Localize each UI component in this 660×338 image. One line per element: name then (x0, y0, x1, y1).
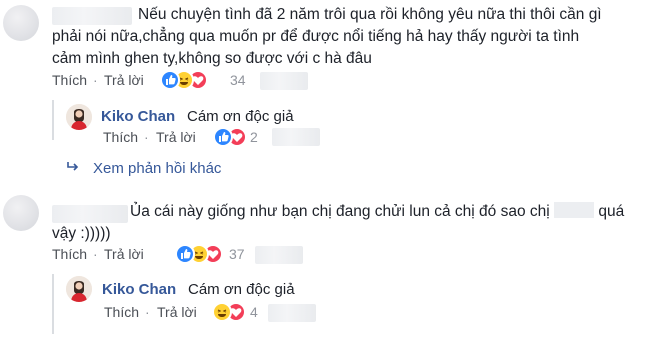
reply-author-name[interactable]: Kiko Chan (101, 108, 175, 125)
redacted-region (268, 304, 316, 322)
comment-text: Ủa cái này giống như bạn chị đang chửi l… (130, 202, 625, 220)
thread-line (52, 100, 54, 140)
like-reaction-icon (213, 127, 233, 147)
separator-dot: · (93, 246, 98, 262)
haha-reaction-icon (212, 302, 232, 322)
reply-button[interactable]: Trả lời (104, 246, 144, 262)
reply-button[interactable]: Trả lời (156, 129, 196, 145)
like-button[interactable]: Thích (103, 129, 138, 145)
reaction-summary[interactable] (213, 127, 253, 147)
commenter-avatar[interactable] (3, 195, 39, 231)
reply-button[interactable]: Trả lời (157, 304, 197, 320)
like-reaction-icon (160, 70, 180, 90)
commenter-avatar[interactable] (3, 5, 39, 41)
kiko-chan-avatar[interactable] (66, 104, 92, 130)
reply-text: Cám ơn độc giả (187, 108, 294, 125)
separator-dot: · (93, 72, 98, 88)
reply-arrow-icon (66, 160, 80, 174)
reply-button[interactable]: Trả lời (104, 72, 144, 88)
thread-line (52, 274, 54, 334)
comment-text-line2: vậy :))))) (52, 225, 111, 242)
reaction-count[interactable]: 2 (250, 129, 258, 145)
reaction-count[interactable]: 4 (250, 304, 258, 320)
reply-text: Cám ơn độc giả (188, 281, 295, 298)
redacted-region (272, 128, 320, 146)
reaction-summary[interactable] (212, 302, 252, 322)
like-button[interactable]: Thích (52, 246, 87, 262)
reaction-count[interactable]: 34 (230, 72, 246, 88)
comment-text: Nếu chuyện tình đã 2 năm trôi qua rồi kh… (52, 6, 602, 67)
separator-dot: · (145, 304, 150, 320)
redacted-region (260, 72, 308, 90)
like-reaction-icon (175, 244, 195, 264)
kiko-chan-avatar[interactable] (66, 276, 92, 302)
reaction-count[interactable]: 37 (229, 246, 245, 262)
like-button[interactable]: Thích (52, 72, 87, 88)
reaction-summary[interactable] (175, 244, 235, 264)
see-more-replies-link[interactable]: Xem phản hồi khác (93, 160, 221, 177)
separator-dot: · (144, 129, 149, 145)
reaction-summary[interactable] (160, 70, 220, 90)
reply-author-name[interactable]: Kiko Chan (102, 281, 176, 298)
redacted-commenter-name (52, 205, 128, 223)
redacted-region (255, 246, 303, 264)
like-button[interactable]: Thích (104, 304, 139, 320)
